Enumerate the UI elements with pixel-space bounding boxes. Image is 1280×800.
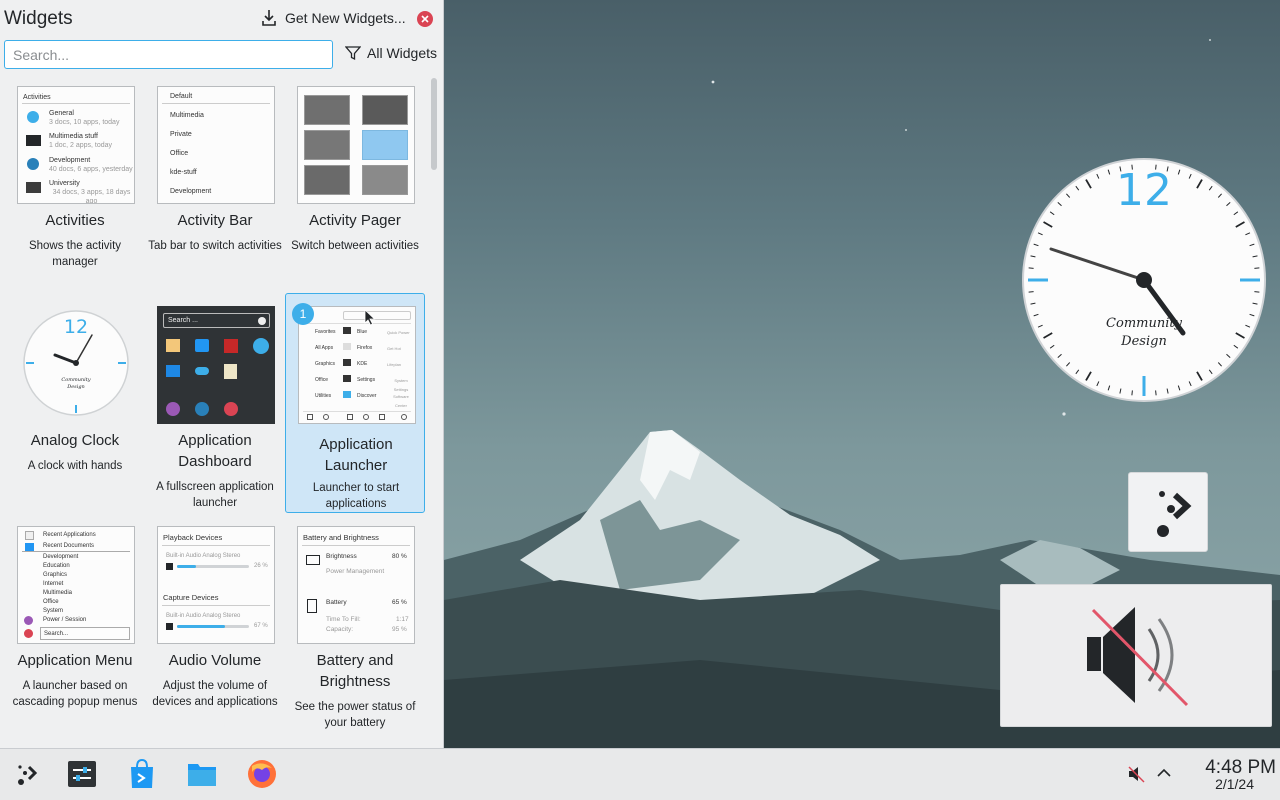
tray-volume-muted-icon[interactable] (1127, 765, 1145, 783)
widget-description: See the power status of your battery (294, 701, 416, 729)
app-launcher-button[interactable] (10, 758, 42, 790)
university-icon (26, 182, 41, 193)
clock-tick (1131, 390, 1133, 396)
widget-tile-audio-volume[interactable]: Playback Devices Built-in Audio Analog S… (145, 521, 285, 739)
clock-brand-line-2: Design (1120, 334, 1167, 349)
analog-clock-preview: 12 Community Design (23, 310, 129, 416)
widget-tile-activity-pager[interactable]: Activity Pager Switch between activities (285, 81, 425, 299)
svg-text:Design: Design (66, 384, 85, 390)
application-launcher-preview: Favorites All Apps Graphics Office Utili… (298, 306, 416, 424)
widget-tile-application-dashboard[interactable]: Search ... Application Dashboard A fulls… (145, 301, 285, 519)
mouse-cursor-icon (364, 309, 376, 326)
widget-tile-application-menu[interactable]: Recent Applications Recent Documents Dev… (5, 521, 145, 739)
widget-tile-analog-clock[interactable]: 12 Community Design Analog Clock A clock… (5, 301, 145, 519)
widget-description: Switch between activities (291, 240, 419, 252)
desktop-launcher-button[interactable] (1128, 472, 1208, 552)
playback-level-fill (177, 565, 196, 568)
clock-tick (1254, 267, 1260, 269)
preview-header: Activities (23, 94, 51, 101)
panel-title: Widgets (4, 8, 73, 29)
widget-name: Application Menu (17, 652, 133, 669)
discover-store-icon (131, 758, 153, 788)
desktop-analog-clock[interactable]: 12 Community Design (1021, 157, 1267, 403)
widget-description: A fullscreen application launcher (156, 481, 274, 509)
capture-level-fill (177, 625, 226, 628)
widget-description: Tab bar to switch activities (148, 240, 282, 252)
taskbar-file-manager[interactable] (186, 758, 218, 790)
tray-expand-chevron-up-icon[interactable] (1157, 768, 1171, 778)
battery-brightness-preview: Battery and Brightness Brightness 80 % P… (297, 526, 415, 644)
widget-description: A launcher based on cascading popup menu… (12, 680, 138, 708)
widget-name: Battery and Brightness (316, 652, 394, 690)
desktop-volume-widget[interactable] (1000, 584, 1272, 727)
audio-volume-preview: Playback Devices Built-in Audio Analog S… (157, 526, 275, 644)
widget-description: A clock with hands (27, 460, 123, 472)
filter-label: All Widgets (367, 45, 438, 61)
widget-name: Activities (45, 212, 105, 229)
widget-tile-activity-bar[interactable]: Default Multimedia Private Office kde-st… (145, 81, 285, 299)
kde-logo-icon (1157, 491, 1192, 537)
taskbar-discover[interactable] (126, 758, 158, 790)
clock-twelve-numeral: 12 (1116, 165, 1172, 216)
clock-tick (1155, 390, 1157, 396)
get-new-widgets-label: Get New Widgets... (285, 10, 406, 26)
widget-name: Application Dashboard (178, 432, 252, 470)
activity-bar-preview: Default Multimedia Private Office kde-st… (157, 86, 275, 204)
activities-preview: Activities General 3 docs, 10 apps, toda… (17, 86, 135, 204)
widget-description: Shows the activity manager (28, 240, 122, 268)
muted-speaker-icon (1087, 607, 1189, 707)
folder-icon (188, 764, 216, 786)
widget-name: Activity Pager (309, 212, 401, 229)
close-icon (421, 15, 429, 23)
close-button[interactable] (417, 11, 433, 27)
taskbar-clock-date[interactable]: 2/1/24 (1180, 776, 1254, 792)
clock-tick (1028, 291, 1034, 293)
filter-icon (345, 46, 361, 61)
widget-tile-application-launcher[interactable]: Favorites All Apps Graphics Office Utili… (285, 293, 425, 513)
clock-tick (1254, 291, 1260, 293)
widget-name: Analog Clock (30, 432, 120, 449)
svg-text:12: 12 (64, 316, 88, 338)
widget-description: Adjust the volume of devices and applica… (152, 680, 278, 708)
search-input[interactable] (4, 40, 333, 69)
selection-badge: 1 (292, 303, 314, 325)
widget-description: Launcher to start applications (312, 482, 400, 510)
taskbar-firefox[interactable] (246, 758, 278, 790)
clock-tick (1028, 267, 1034, 269)
widgets-panel: Widgets Get New Widgets... All Widgets A… (0, 0, 444, 748)
kde-logo-icon (18, 765, 38, 785)
taskbar-system-settings[interactable] (66, 758, 98, 790)
widget-name: Application Launcher (319, 436, 393, 474)
widget-tile-activities[interactable]: Activities General 3 docs, 10 apps, toda… (5, 81, 145, 299)
get-new-widgets-button[interactable]: Get New Widgets... (261, 9, 406, 27)
system-settings-icon (68, 761, 96, 787)
widget-name: Audio Volume (168, 652, 262, 669)
scrollbar-handle[interactable] (431, 78, 437, 170)
activity-pager-preview (297, 86, 415, 204)
application-menu-preview: Recent Applications Recent Documents Dev… (17, 526, 135, 644)
monitor-icon (26, 135, 41, 146)
svg-text:Community: Community (61, 377, 90, 383)
firefox-icon (248, 760, 276, 788)
globe-icon (27, 111, 39, 123)
widget-tile-battery-and-brightness[interactable]: Battery and Brightness Brightness 80 % P… (285, 521, 425, 739)
widget-name: Activity Bar (177, 212, 253, 229)
application-dashboard-preview: Search ... (157, 306, 275, 424)
filter-dropdown[interactable]: All Widgets (345, 45, 437, 61)
download-icon (262, 10, 276, 26)
development-icon (27, 158, 39, 170)
